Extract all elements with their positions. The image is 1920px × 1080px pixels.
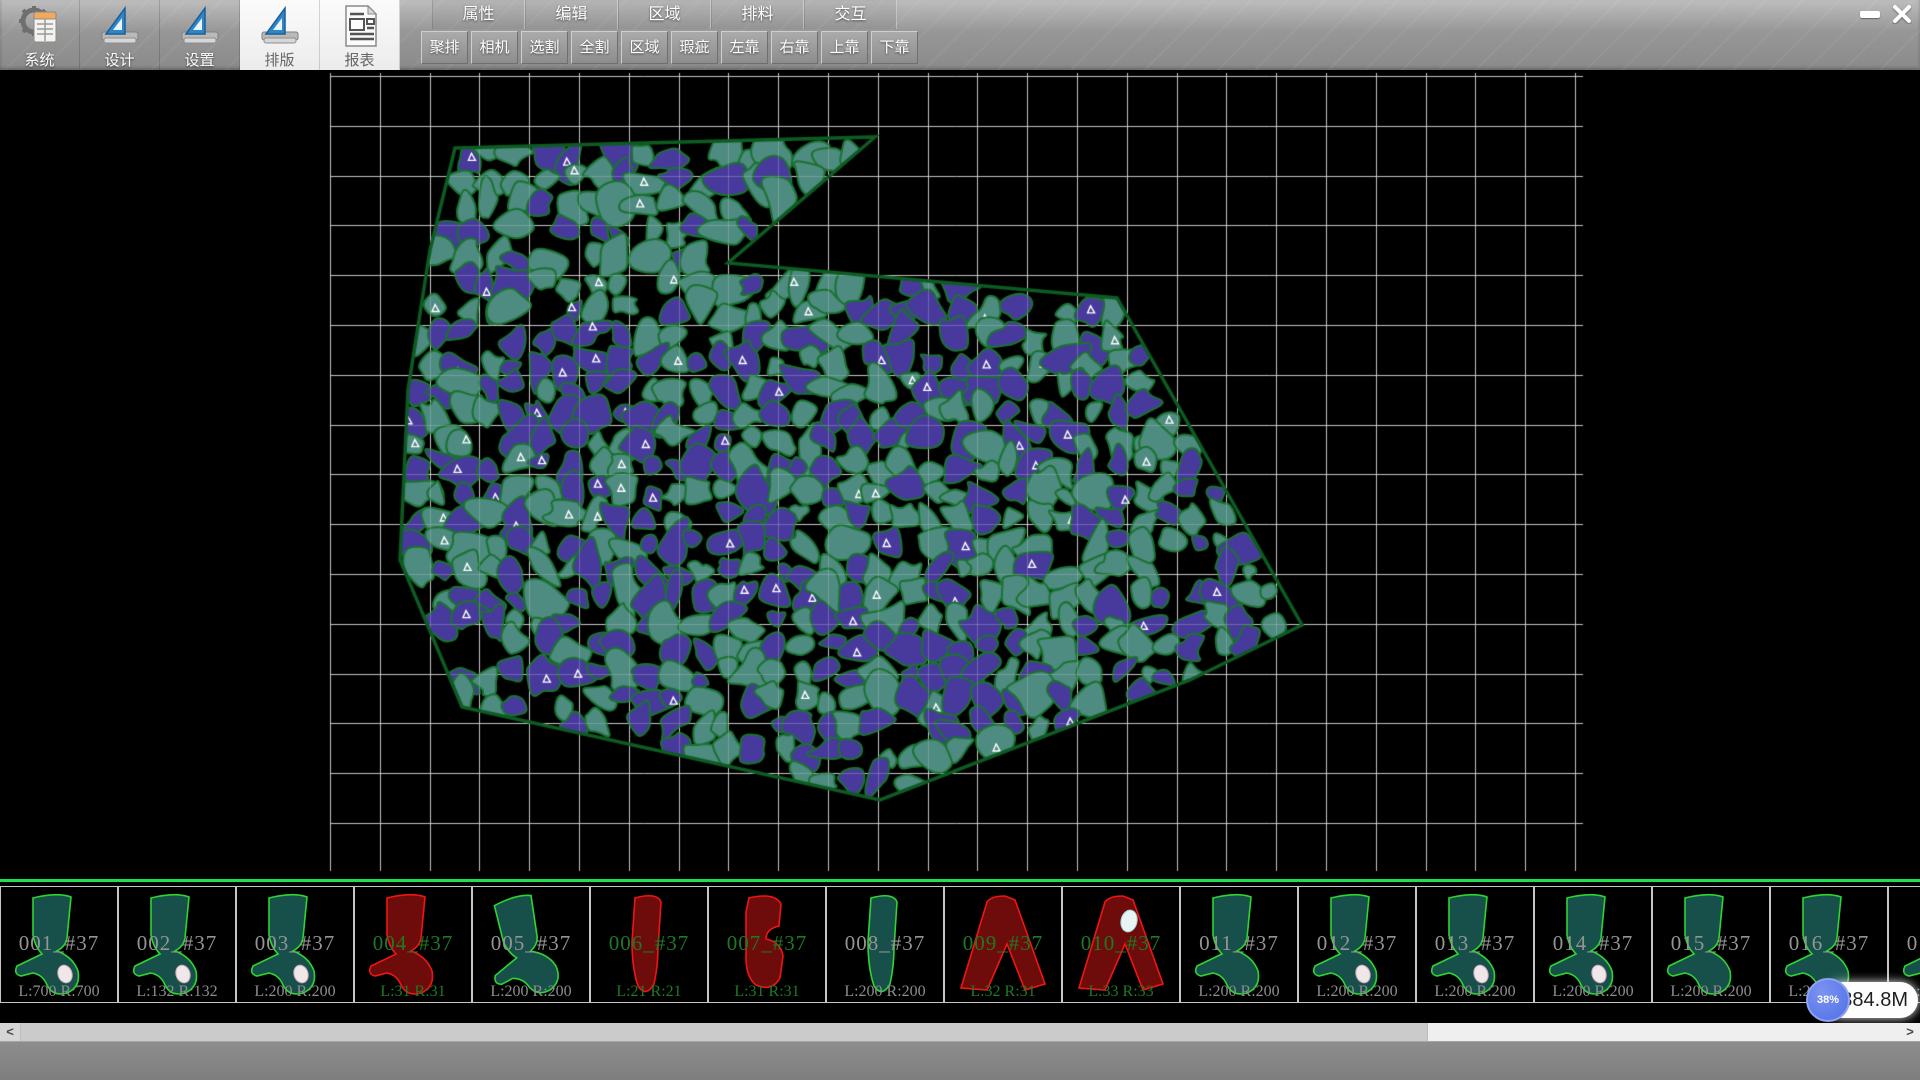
piece-thumb-014[interactable]: 014_#37 L:200 R:200	[1534, 886, 1652, 1003]
menu-item-edit[interactable]: 编辑	[525, 0, 618, 29]
piece-lr: L:200 R:200	[473, 983, 589, 1001]
tool-button-cut-all[interactable]: 全割	[571, 31, 618, 64]
ruler-icon	[257, 3, 303, 48]
app-window: 系统 设计 设置 排版 报表 属性编辑区域排料交互 聚排相机选割全割区域瑕疵左靠…	[0, 0, 1920, 1080]
horizontal-scrollbar[interactable]: < >	[0, 1023, 1920, 1041]
piece-thumb-006[interactable]: 006_#37 L:21 R:21	[590, 886, 708, 1003]
close-button[interactable]	[1888, 2, 1916, 26]
piece-thumb-002[interactable]: 002_#37 L:132 R:132	[118, 886, 236, 1003]
piece-thumbnail-strip: 001_#37 L:700 R:700 002_#37 L:132 R:132 00…	[0, 879, 1920, 1009]
tool-button-zone[interactable]: 区域	[621, 31, 668, 64]
menu-item-properties[interactable]: 属性	[432, 0, 525, 29]
memory-size-label: 384.8M	[1841, 989, 1908, 1012]
menu-item-nest[interactable]: 排料	[711, 0, 804, 29]
piece-id: 015_#37	[1653, 931, 1769, 956]
piece-id: 006_#37	[591, 931, 707, 956]
menu-item-region[interactable]: 区域	[618, 0, 711, 29]
piece-id: 017_#37	[1889, 931, 1920, 956]
piece-lr: L:33 R:33	[1063, 983, 1179, 1001]
menu-bar: 属性编辑区域排料交互	[432, 0, 897, 29]
minimize-button[interactable]	[1856, 2, 1884, 26]
piece-id: 005_#37	[473, 931, 589, 956]
main-tab-bar: 系统 设计 设置 排版 报表	[0, 0, 400, 70]
piece-lr: L:200 R:200	[1535, 983, 1651, 1001]
piece-id: 004_#37	[355, 931, 471, 956]
piece-id: 011_#37	[1181, 931, 1297, 956]
tool-button-snap-right[interactable]: 右靠	[771, 31, 818, 64]
tool-button-snap-left[interactable]: 左靠	[721, 31, 768, 64]
tool-button-camera[interactable]: 相机	[471, 31, 518, 64]
scroll-right-button[interactable]: >	[1900, 1023, 1920, 1041]
progress-circle: 38%	[1806, 978, 1850, 1022]
piece-lr: L:200 R:200	[1181, 983, 1297, 1001]
big-button-label: 设计	[104, 49, 134, 70]
piece-lr: L:31 R:31	[355, 983, 471, 1001]
piece-thumb-005[interactable]: 005_#37 L:200 R:200	[472, 886, 590, 1003]
piece-lr: L:31 R:31	[709, 983, 825, 1001]
window-controls	[1856, 2, 1916, 26]
piece-thumb-004[interactable]: 004_#37 L:31 R:31	[354, 886, 472, 1003]
minimize-icon	[1860, 11, 1880, 18]
scroll-left-button[interactable]: <	[0, 1023, 20, 1041]
ruler-icon	[177, 3, 223, 48]
piece-id: 010_#37	[1063, 931, 1179, 956]
piece-lr: L:200 R:200	[1653, 983, 1769, 1001]
tool-button-snap-top[interactable]: 上靠	[821, 31, 868, 64]
report-icon	[337, 3, 383, 48]
big-button-label: 系统	[24, 49, 54, 70]
piece-lr: L:700 R:700	[1, 983, 117, 1001]
piece-id: 002_#37	[119, 931, 235, 956]
close-icon	[1892, 4, 1912, 24]
piece-id: 008_#37	[827, 931, 943, 956]
piece-thumb-007[interactable]: 007_#37 L:31 R:31	[708, 886, 826, 1003]
piece-thumb-008[interactable]: 008_#37 L:200 R:200	[826, 886, 944, 1003]
big-button-setup[interactable]: 设置	[160, 0, 240, 70]
tool-button-select-cut[interactable]: 选割	[521, 31, 568, 64]
piece-thumb-001[interactable]: 001_#37 L:700 R:700	[0, 886, 118, 1003]
piece-id: 016_#37	[1771, 931, 1887, 956]
piece-thumb-013[interactable]: 013_#37 L:200 R:200	[1416, 886, 1534, 1003]
status-bar	[0, 1041, 1920, 1080]
big-button-label: 排版	[264, 49, 294, 70]
piece-thumb-015[interactable]: 015_#37 L:200 R:200	[1652, 886, 1770, 1003]
piece-lr: L:200 R:200	[1417, 983, 1533, 1001]
big-button-label: 报表	[344, 49, 374, 70]
scrollbar-thumb[interactable]	[20, 1023, 1428, 1041]
piece-lr: L:21 R:21	[591, 983, 707, 1001]
piece-id: 001_#37	[1, 931, 117, 956]
big-button-design[interactable]: 设计	[80, 0, 160, 70]
piece-thumb-011[interactable]: 011_#37 L:200 R:200	[1180, 886, 1298, 1003]
progress-percent-label: 38%	[1817, 994, 1839, 1006]
toolbar: 系统 设计 设置 排版 报表 属性编辑区域排料交互 聚排相机选割全割区域瑕疵左靠…	[0, 0, 1920, 70]
piece-lr: L:200 R:200	[237, 983, 353, 1001]
piece-id: 014_#37	[1535, 931, 1651, 956]
piece-lr: L:200 R:200	[1299, 983, 1415, 1001]
menu-item-interact[interactable]: 交互	[804, 0, 897, 29]
tool-button-defect[interactable]: 瑕疵	[671, 31, 718, 64]
big-button-label: 设置	[184, 49, 214, 70]
piece-thumb-012[interactable]: 012_#37 L:200 R:200	[1298, 886, 1416, 1003]
ruler-icon	[97, 3, 143, 48]
piece-lr: L:200 R:200	[827, 983, 943, 1001]
piece-id: 003_#37	[237, 931, 353, 956]
piece-lr: L:32 R:31	[945, 983, 1061, 1001]
memory-usage-badge[interactable]: 384.8M 38%	[1806, 978, 1918, 1022]
piece-id: 009_#37	[945, 931, 1061, 956]
big-button-report[interactable]: 报表	[320, 0, 400, 70]
piece-thumb-003[interactable]: 003_#37 L:200 R:200	[236, 886, 354, 1003]
tool-button-cluster-nest[interactable]: 聚排	[421, 31, 468, 64]
piece-thumb-010[interactable]: 010_#37 L:33 R:33	[1062, 886, 1180, 1003]
piece-id: 012_#37	[1299, 931, 1415, 956]
tool-button-snap-bottom[interactable]: 下靠	[871, 31, 918, 64]
piece-lr: L:132 R:132	[119, 983, 235, 1001]
big-button-system[interactable]: 系统	[0, 0, 80, 70]
big-button-nesting[interactable]: 排版	[240, 0, 320, 70]
gear-notes-icon	[17, 3, 63, 48]
piece-id: 013_#37	[1417, 931, 1533, 956]
piece-id: 007_#37	[709, 931, 825, 956]
tool-button-bar: 聚排相机选割全割区域瑕疵左靠右靠上靠下靠	[421, 31, 921, 64]
piece-thumb-009[interactable]: 009_#37 L:32 R:31	[944, 886, 1062, 1003]
